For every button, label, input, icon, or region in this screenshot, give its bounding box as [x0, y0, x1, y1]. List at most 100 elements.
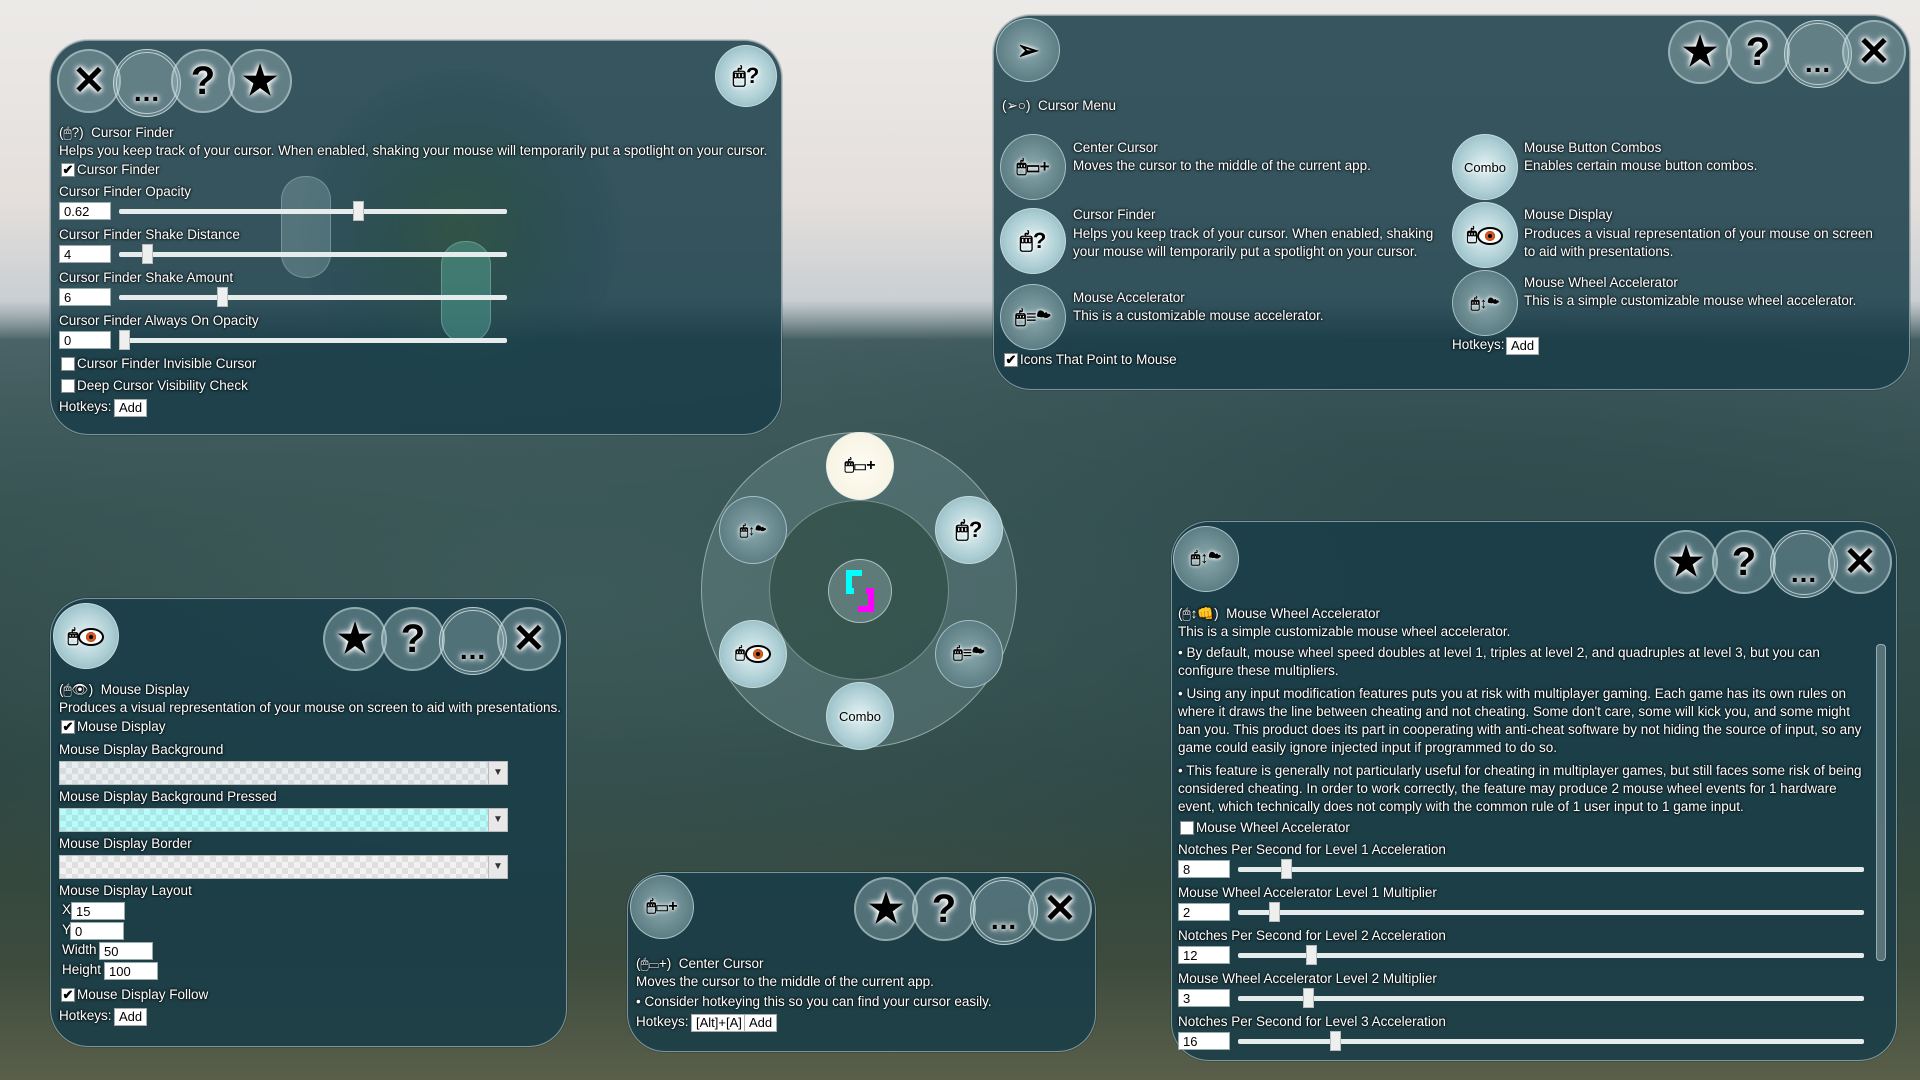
slider-value-input[interactable]: 6: [59, 288, 111, 306]
mouse-wheel-icon-button[interactable]: 🖱↕☁: [1173, 526, 1239, 592]
slider-thumb[interactable]: [1330, 1031, 1342, 1051]
radial-item-mouse-wheel-accelerator[interactable]: 🖱↕☁: [719, 496, 787, 564]
help-icon: ?: [931, 886, 957, 931]
star-icon: ★: [1668, 540, 1704, 584]
mouse-display-icon-button[interactable]: 🖱: [53, 603, 119, 669]
slider-value-input[interactable]: 3: [1178, 989, 1230, 1007]
slider-value-input[interactable]: 2: [1178, 903, 1230, 921]
cursor-finder-button[interactable]: 🖱?: [1000, 208, 1066, 274]
mouse-wheel-accelerator-checkbox[interactable]: [1180, 821, 1194, 835]
help-button[interactable]: ?: [912, 877, 976, 941]
close-button[interactable]: ✕: [1828, 530, 1892, 594]
radial-item-center-cursor[interactable]: 🖱▭+: [826, 432, 894, 500]
favorite-button[interactable]: ★: [1668, 20, 1732, 84]
close-button[interactable]: ✕: [497, 607, 561, 671]
radial-item-mouse-display[interactable]: 🖱: [719, 620, 787, 688]
slider-label: Cursor Finder Always On Opacity: [59, 313, 259, 328]
help-button[interactable]: ?: [1712, 530, 1776, 594]
item-description: Produces a visual representation of your…: [1524, 226, 1873, 259]
close-button[interactable]: ✕: [1028, 877, 1092, 941]
layout-width-input[interactable]: 50: [99, 942, 153, 960]
slider-value-input[interactable]: 12: [1178, 946, 1230, 964]
slider-track[interactable]: [119, 338, 507, 343]
slider-value-input[interactable]: 0: [59, 331, 111, 349]
panel-description: Moves the cursor to the middle of the cu…: [636, 974, 934, 989]
mouse-button-combos-button[interactable]: Combo: [1452, 134, 1518, 200]
layout-x-input[interactable]: 15: [71, 902, 125, 920]
slider-value-input[interactable]: 8: [1178, 860, 1230, 878]
cursor-menu-icon-button[interactable]: ➢: [996, 18, 1060, 82]
add-hotkey-button[interactable]: Add: [1506, 337, 1540, 355]
slider-thumb[interactable]: [352, 201, 364, 221]
radial-menu: 🖱▭+ 🖱? 🖱≡☁ Combo 🖱 🖱↕☁: [701, 432, 1017, 750]
slider-track[interactable]: [1238, 953, 1864, 958]
chevron-down-icon[interactable]: ▼: [488, 808, 508, 832]
add-hotkey-button[interactable]: Add: [114, 399, 148, 417]
slider-track[interactable]: [119, 252, 507, 257]
radial-item-mouse-button-combos[interactable]: Combo: [826, 682, 894, 750]
layout-y-input[interactable]: 0: [70, 922, 124, 940]
slider-thumb[interactable]: [1305, 945, 1317, 965]
slider-label: Cursor Finder Shake Distance: [59, 227, 240, 242]
mouse-display-follow-checkbox[interactable]: ✔: [61, 988, 75, 1002]
slider-value-input[interactable]: 0.62: [59, 202, 111, 220]
help-button[interactable]: ?: [171, 49, 235, 113]
help-button[interactable]: ?: [1726, 20, 1790, 84]
slider-track[interactable]: [1238, 867, 1864, 872]
layout-x-label: X: [62, 902, 72, 917]
mouse-accelerator-button[interactable]: 🖱≡☁: [1000, 284, 1066, 350]
hotkey-alt-a-button[interactable]: [Alt]+[A]: [691, 1014, 747, 1032]
cursor-finder-checkbox[interactable]: ✔: [61, 163, 75, 177]
slider-thumb[interactable]: [1302, 988, 1314, 1008]
deep-visibility-checkbox[interactable]: [61, 379, 75, 393]
slider-track[interactable]: [1238, 910, 1864, 915]
background-pressed-color-picker[interactable]: [59, 808, 489, 832]
cursor-finder-icon: 🖱?: [1019, 228, 1047, 253]
favorite-button[interactable]: ★: [854, 877, 918, 941]
slider-thumb[interactable]: [1268, 902, 1280, 922]
item-description: This is a customizable mouse accelerator…: [1073, 308, 1324, 323]
slider-thumb[interactable]: [217, 287, 229, 307]
slider-thumb[interactable]: [119, 330, 130, 350]
add-hotkey-button[interactable]: Add: [114, 1008, 148, 1026]
center-cursor-icon: 🖱▭+: [646, 898, 678, 915]
favorite-button[interactable]: ★: [228, 49, 292, 113]
panel-title: Center Cursor: [678, 956, 764, 971]
help-icon: ?: [400, 616, 426, 661]
help-button[interactable]: ?: [381, 607, 445, 671]
icons-point-to-mouse-checkbox[interactable]: ✔: [1004, 353, 1018, 367]
hotkeys-label: Hotkeys:: [636, 1014, 689, 1029]
mouse-display-checkbox[interactable]: ✔: [61, 720, 75, 734]
slider-value-input[interactable]: 4: [59, 245, 111, 263]
slider-track[interactable]: [119, 209, 507, 214]
slider-thumb[interactable]: [141, 244, 153, 264]
center-cursor-icon-button[interactable]: 🖱▭+: [630, 875, 694, 939]
slider-label: Mouse Wheel Accelerator Level 2 Multipli…: [1178, 971, 1437, 986]
chevron-down-icon[interactable]: ▼: [488, 761, 508, 785]
slider-track[interactable]: [1238, 996, 1864, 1001]
favorite-button[interactable]: ★: [1654, 530, 1718, 594]
cursor-finder-icon-button[interactable]: 🖱?: [715, 45, 777, 107]
add-hotkey-button[interactable]: Add: [744, 1014, 778, 1032]
mouse-display-button[interactable]: 🖱: [1452, 202, 1518, 268]
layout-height-input[interactable]: 100: [104, 962, 158, 980]
slider-thumb[interactable]: [1281, 859, 1293, 879]
invisible-cursor-checkbox[interactable]: [61, 357, 75, 371]
border-color-picker[interactable]: [59, 855, 489, 879]
slider-value-input[interactable]: 16: [1178, 1032, 1230, 1050]
close-button[interactable]: ✕: [57, 49, 121, 113]
center-cursor-icon: 🖱▭+: [1016, 157, 1050, 176]
center-cursor-button[interactable]: 🖱▭+: [1000, 134, 1066, 200]
background-color-picker[interactable]: [59, 761, 489, 785]
cursor-finder-title-icon: (🖱?): [59, 125, 84, 140]
favorite-button[interactable]: ★: [323, 607, 387, 671]
radial-center-logo[interactable]: [828, 559, 892, 623]
close-button[interactable]: ✕: [1842, 20, 1906, 84]
slider-track[interactable]: [119, 295, 507, 300]
radial-item-cursor-finder[interactable]: 🖱?: [935, 496, 1003, 564]
radial-item-mouse-accelerator[interactable]: 🖱≡☁: [935, 620, 1003, 688]
mouse-wheel-accelerator-button[interactable]: 🖱↕☁: [1452, 270, 1518, 336]
scrollbar[interactable]: [1876, 644, 1886, 961]
invisible-cursor-label: Cursor Finder Invisible Cursor: [77, 356, 257, 371]
chevron-down-icon[interactable]: ▼: [488, 855, 508, 879]
